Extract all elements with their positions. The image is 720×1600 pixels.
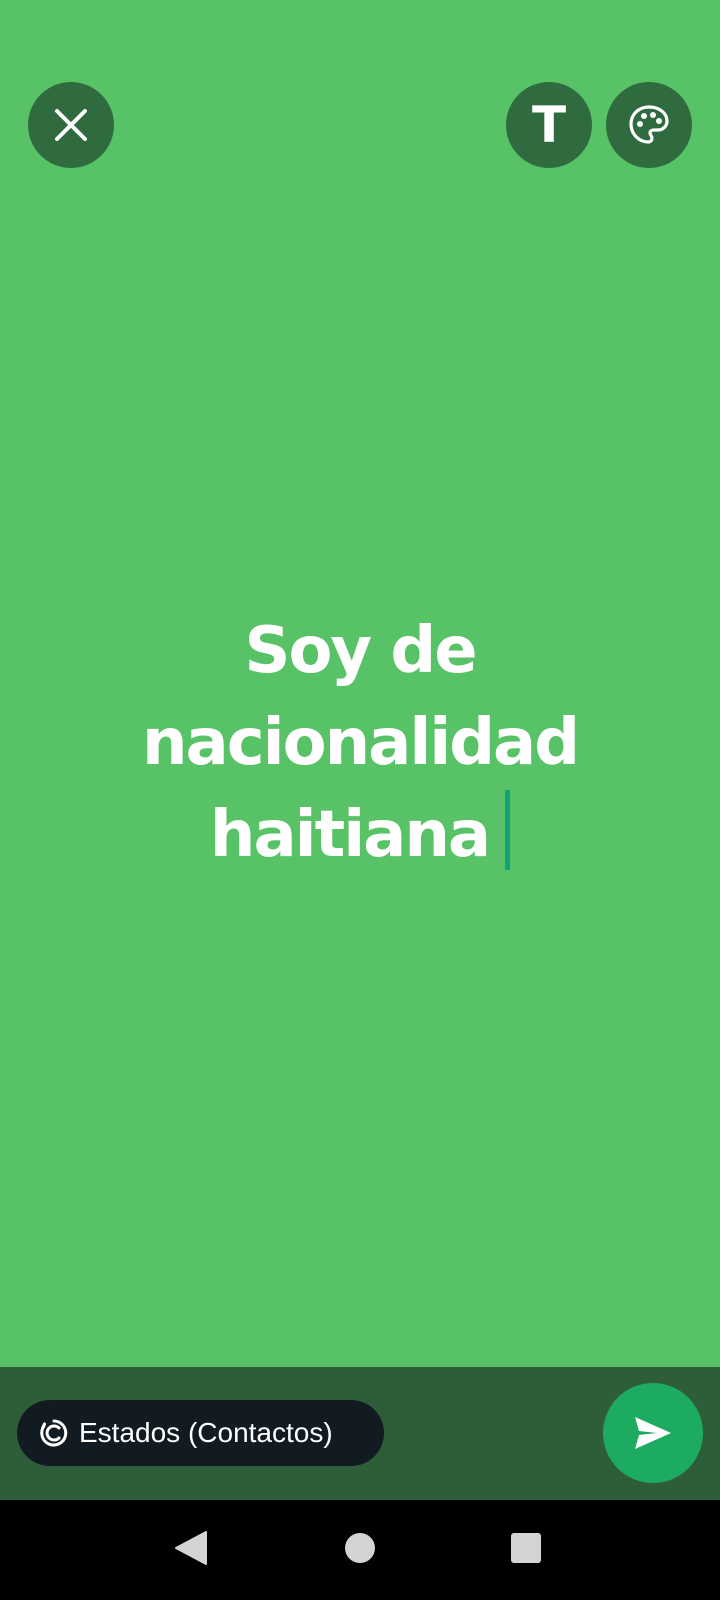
status-text-line: nacionalidad [141, 706, 580, 780]
status-text-input[interactable]: Soy de nacionalidad haitiana [40, 605, 680, 881]
status-text-line: Soy de [244, 614, 477, 688]
text-style-button[interactable]: T [506, 82, 592, 168]
send-icon [635, 1417, 671, 1449]
close-icon [55, 109, 87, 141]
recents-square-icon[interactable] [509, 1530, 543, 1566]
palette-icon [629, 105, 669, 144]
status-ring-icon [40, 1419, 68, 1447]
back-triangle-icon[interactable] [174, 1530, 208, 1566]
audience-selector[interactable]: Estados (Contactos) [17, 1400, 384, 1466]
send-button[interactable] [603, 1383, 703, 1483]
audience-label: Estados (Contactos) [79, 1417, 333, 1448]
home-circle-icon[interactable] [343, 1530, 377, 1566]
text-style-label: T [531, 96, 567, 154]
status-text-line-content: haitiana [209, 798, 491, 872]
color-palette-button[interactable] [606, 82, 692, 168]
status-composer-screen: T Soy de nacionalidad haitiana Estados (… [0, 0, 720, 1600]
system-navigation-bar [0, 1500, 720, 1600]
text-cursor [505, 790, 511, 870]
close-button[interactable] [28, 82, 114, 168]
status-text-line: haitiana [40, 789, 680, 881]
